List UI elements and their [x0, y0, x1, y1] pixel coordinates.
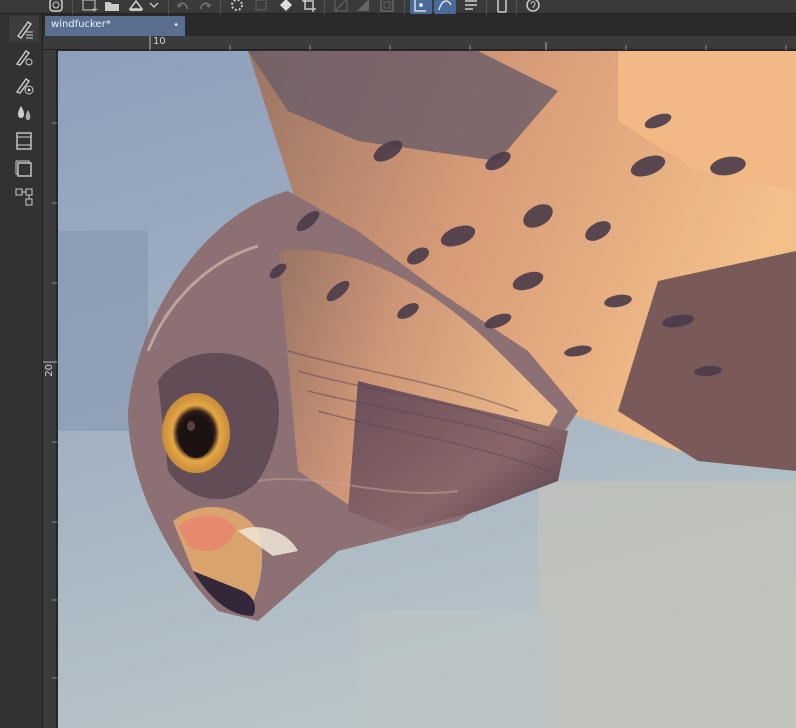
svg-text:+: +	[91, 5, 99, 13]
save-icon[interactable]	[126, 0, 146, 14]
horizontal-ruler: 10	[43, 36, 796, 50]
ruler-label-left: 20	[44, 364, 55, 377]
app-menu-icon[interactable]	[47, 0, 65, 14]
water-drops-icon[interactable]	[9, 100, 39, 126]
vertical-ruler: 20	[43, 50, 57, 728]
tab-close-icon[interactable]: •	[173, 20, 179, 31]
brush-sub-tool-icon[interactable]	[9, 16, 39, 42]
main-toolbar: +	[0, 0, 796, 14]
vector-icon[interactable]	[434, 0, 456, 14]
help-icon[interactable]	[524, 0, 542, 14]
redo-icon[interactable]	[196, 0, 214, 14]
smartphone-icon[interactable]	[494, 0, 510, 14]
kestrel-painting	[58, 51, 796, 728]
clear-icon[interactable]	[332, 0, 350, 14]
nodes-icon[interactable]	[9, 184, 39, 210]
undo-icon[interactable]	[174, 0, 192, 14]
crop-icon[interactable]	[300, 0, 318, 14]
loading-spinner-icon[interactable]	[228, 0, 246, 14]
new-layer-icon[interactable]: +	[80, 0, 100, 14]
document-tab-title: windfucker*	[51, 19, 111, 30]
layers-icon[interactable]	[9, 156, 39, 182]
drawing-canvas[interactable]	[58, 51, 796, 728]
brush-settings-icon[interactable]	[9, 44, 39, 70]
stabilizer-icon[interactable]	[410, 0, 432, 14]
chevron-down-icon[interactable]	[148, 0, 160, 14]
document-tab-bar: windfucker* •	[43, 14, 796, 36]
film-icon[interactable]	[9, 128, 39, 154]
brush-target-icon[interactable]	[9, 72, 39, 98]
ruler-icon[interactable]	[462, 0, 480, 14]
fill-selection-icon[interactable]	[354, 0, 372, 14]
transform-icon[interactable]	[252, 0, 270, 14]
document-tab[interactable]: windfucker* •	[45, 16, 185, 36]
sub-tool-panel	[5, 14, 43, 728]
border-icon[interactable]	[378, 0, 396, 14]
ruler-label-top: 10	[153, 36, 166, 47]
open-folder-icon[interactable]	[102, 0, 122, 14]
fill-icon[interactable]	[276, 0, 296, 14]
